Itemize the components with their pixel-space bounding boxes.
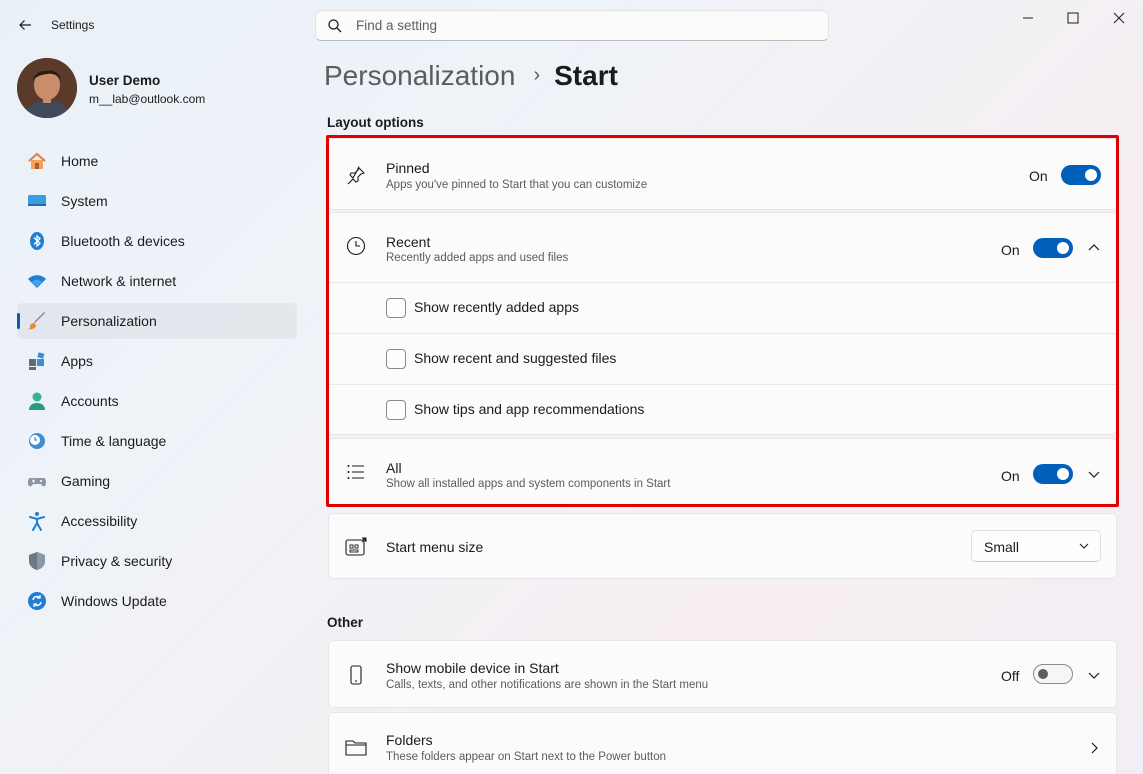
mobile-device-title: Show mobile device in Start	[386, 660, 559, 676]
breadcrumb-separator: ›	[533, 64, 541, 86]
search-input[interactable]: Find a setting	[356, 18, 437, 33]
user-name: User Demo	[89, 73, 161, 88]
page-title: Start	[554, 60, 618, 91]
sidebar-item-network[interactable]: Network & internet	[17, 263, 297, 299]
history-icon	[345, 235, 367, 257]
search-box[interactable]: Find a setting	[315, 10, 829, 41]
accounts-icon	[27, 391, 47, 411]
recently-added-apps-checkbox[interactable]	[386, 298, 406, 318]
pinned-toggle[interactable]	[1061, 165, 1101, 185]
sidebar-item-home[interactable]: Home	[17, 143, 297, 179]
sidebar-item-windows-update[interactable]: Windows Update	[17, 583, 297, 619]
start-menu-size-card: Start menu size Small	[328, 513, 1117, 579]
back-arrow-icon	[19, 20, 31, 30]
minimize-button[interactable]	[1018, 10, 1038, 26]
pinned-title: Pinned	[386, 160, 430, 176]
sidebar-item-gaming[interactable]: Gaming	[17, 463, 297, 499]
pinned-state-label: On	[1029, 168, 1048, 184]
chevron-down-icon[interactable]	[1086, 466, 1102, 482]
mobile-device-card: Show mobile device in Start Calls, texts…	[328, 640, 1117, 708]
avatar	[17, 58, 77, 118]
all-title: All	[386, 460, 402, 476]
sidebar-item-personalization[interactable]: Personalization	[17, 303, 297, 339]
divider	[329, 282, 1116, 283]
chevron-right-icon[interactable]	[1086, 740, 1102, 756]
section-title-layout: Layout options	[327, 115, 424, 130]
pin-icon	[345, 164, 367, 186]
close-button[interactable]	[1109, 10, 1129, 26]
shield-icon	[27, 551, 47, 571]
folders-title: Folders	[386, 732, 433, 748]
minimize-icon	[1023, 17, 1033, 19]
folder-icon	[345, 736, 367, 758]
breadcrumb: Personalization › Start	[324, 60, 618, 92]
pinned-description: Apps you've pinned to Start that you can…	[386, 179, 648, 191]
start-menu-size-title: Start menu size	[386, 539, 484, 555]
mobile-device-state-label: Off	[1001, 668, 1020, 684]
sidebar-item-system[interactable]: System	[17, 183, 297, 219]
chevron-up-icon[interactable]	[1086, 240, 1102, 256]
all-state-label: On	[1001, 468, 1020, 484]
tips-recommendations-checkbox[interactable]	[386, 400, 406, 420]
recent-suggested-files-label: Show recent and suggested files	[414, 350, 617, 366]
recently-added-apps-label: Show recently added apps	[414, 299, 579, 315]
apps-icon	[27, 351, 47, 371]
close-icon	[1113, 12, 1125, 24]
search-icon	[328, 19, 342, 33]
sidebar-item-apps[interactable]: Apps	[17, 343, 297, 379]
update-icon	[27, 591, 47, 611]
app-title: Settings	[51, 18, 95, 32]
recent-toggle[interactable]	[1033, 238, 1073, 258]
recent-setting-card: Recent Recently added apps and used file…	[328, 212, 1117, 435]
system-icon	[27, 191, 47, 211]
section-title-other: Other	[327, 615, 364, 630]
list-icon	[345, 461, 367, 483]
breadcrumb-parent[interactable]: Personalization	[324, 60, 515, 91]
sidebar-nav: Home System Bluetooth & devices Network …	[17, 143, 297, 623]
chevron-down-icon[interactable]	[1086, 667, 1102, 683]
accessibility-icon	[27, 511, 47, 531]
recent-description: Recently added apps and used files	[386, 252, 569, 264]
recent-title: Recent	[386, 234, 431, 250]
chevron-down-icon	[1078, 539, 1090, 557]
phone-icon	[345, 664, 367, 686]
clock-globe-icon	[27, 431, 47, 451]
brush-icon	[27, 311, 47, 331]
divider	[329, 384, 1116, 385]
folders-card[interactable]: Folders These folders appear on Start ne…	[328, 712, 1117, 774]
user-email: m__lab@outlook.com	[89, 92, 206, 106]
all-apps-setting-card: All Show all installed apps and system c…	[328, 438, 1117, 506]
tips-recommendations-label: Show tips and app recommendations	[414, 401, 645, 417]
maximize-button[interactable]	[1063, 10, 1083, 26]
title-bar: Settings Find a setting	[0, 0, 1143, 50]
bluetooth-icon	[27, 231, 47, 251]
recent-suggested-files-checkbox[interactable]	[386, 349, 406, 369]
home-icon	[27, 151, 47, 171]
mobile-device-toggle[interactable]	[1033, 664, 1073, 684]
folders-description: These folders appear on Start next to th…	[386, 751, 667, 763]
divider	[329, 333, 1116, 334]
sidebar-item-accounts[interactable]: Accounts	[17, 383, 297, 419]
sidebar-item-time-language[interactable]: Time & language	[17, 423, 297, 459]
start-menu-size-dropdown[interactable]: Small	[971, 530, 1101, 562]
wifi-icon	[27, 271, 47, 291]
start-menu-size-icon	[345, 536, 367, 558]
sidebar-item-privacy[interactable]: Privacy & security	[17, 543, 297, 579]
gamepad-icon	[27, 471, 47, 491]
all-toggle[interactable]	[1033, 464, 1073, 484]
sidebar-item-accessibility[interactable]: Accessibility	[17, 503, 297, 539]
mobile-device-description: Calls, texts, and other notifications ar…	[386, 679, 709, 691]
back-button[interactable]	[14, 14, 36, 36]
sidebar-item-bluetooth[interactable]: Bluetooth & devices	[17, 223, 297, 259]
all-description: Show all installed apps and system compo…	[386, 478, 671, 490]
pinned-setting-card: Pinned Apps you've pinned to Start that …	[328, 138, 1117, 210]
maximize-icon	[1067, 12, 1079, 24]
dropdown-value: Small	[984, 539, 1020, 555]
recent-state-label: On	[1001, 242, 1020, 258]
